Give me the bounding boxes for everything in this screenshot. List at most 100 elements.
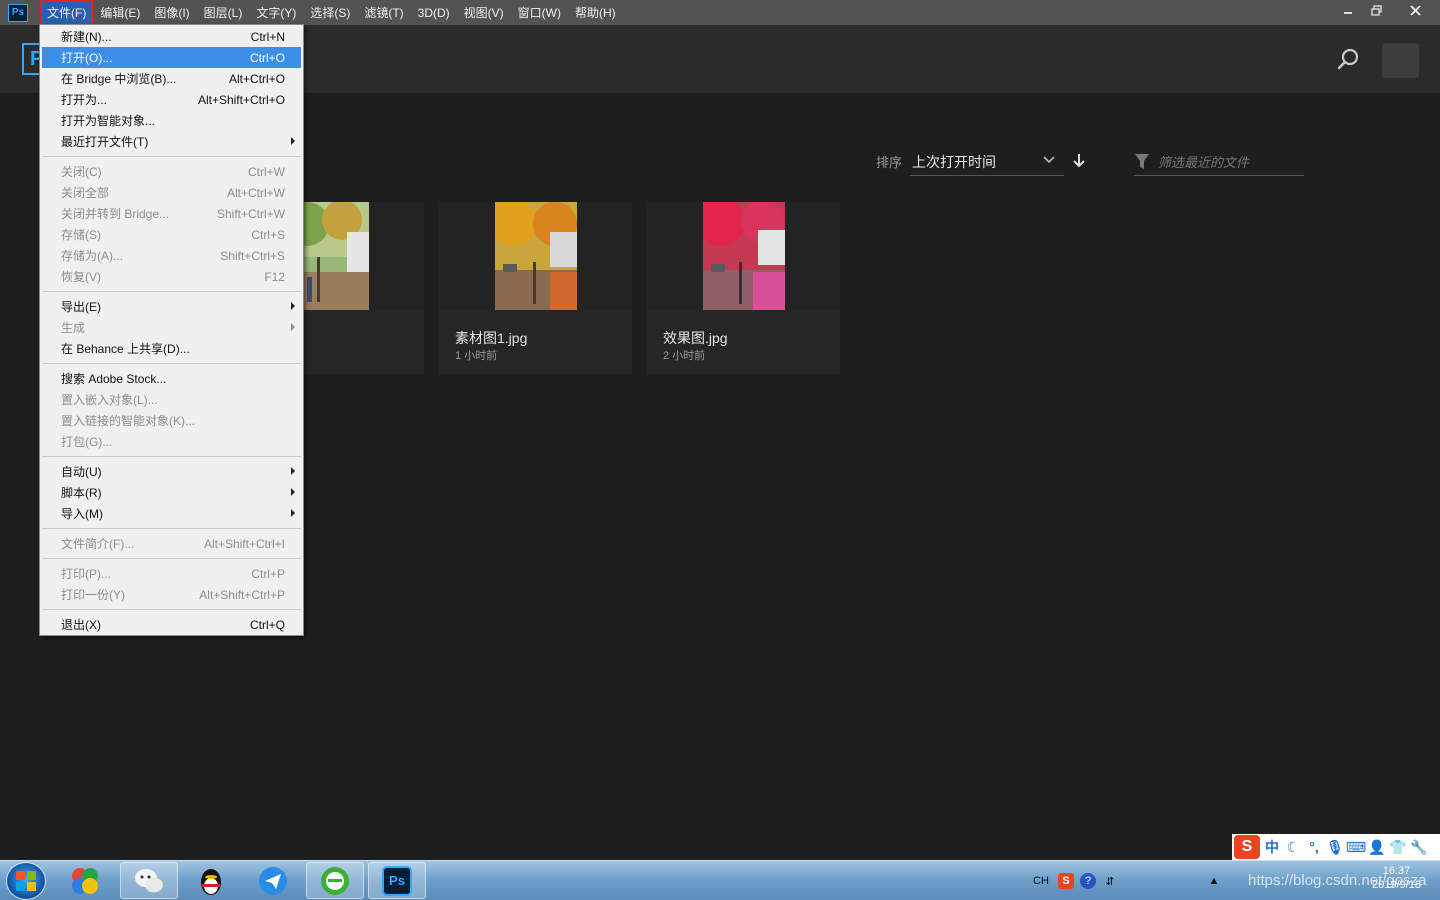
recent-file-card[interactable]: 效果图.jpg 2 小时前: [647, 202, 840, 374]
color-balls-icon: [72, 867, 98, 894]
menu-item-browse-bridge[interactable]: 在 Bridge 中浏览(B)... Alt+Ctrl+O: [40, 68, 303, 89]
menu-edit[interactable]: 编辑(E): [93, 0, 147, 25]
menu-item-revert[interactable]: 恢复(V) F12: [40, 266, 303, 287]
menu-window[interactable]: 窗口(W): [511, 0, 568, 25]
menu-item-label: 自动(U): [61, 465, 102, 479]
menu-item-place-embedded[interactable]: 置入嵌入对象(L)...: [40, 389, 303, 410]
menu-separator: [42, 291, 301, 292]
menu-item-label: 生成: [61, 321, 86, 335]
menu-3d[interactable]: 3D(D): [411, 0, 457, 25]
menu-item-share-behance[interactable]: 在 Behance 上共享(D)...: [40, 338, 303, 359]
sort-dropdown[interactable]: 上次打开时间: [910, 148, 1064, 176]
user-icon[interactable]: 👤: [1368, 838, 1386, 856]
menu-item-label: 文件简介(F)...: [61, 537, 135, 551]
menu-filter[interactable]: 滤镜(T): [357, 0, 410, 25]
sort-direction-arrow-icon[interactable]: [1072, 152, 1086, 168]
menu-item-export[interactable]: 导出(E): [40, 296, 303, 317]
funnel-icon: [1134, 153, 1150, 174]
user-avatar[interactable]: [1382, 43, 1419, 78]
submenu-arrow-icon: [291, 323, 295, 331]
menu-item-automate[interactable]: 自动(U): [40, 461, 303, 482]
close-button[interactable]: [1390, 0, 1440, 20]
start-button[interactable]: [6, 862, 46, 900]
taskbar-app-colorful[interactable]: [56, 862, 114, 899]
menu-item-shortcut: Ctrl+S: [251, 227, 285, 242]
tray-options-icon[interactable]: ⇵: [1102, 873, 1118, 889]
sogou-logo-icon[interactable]: S: [1234, 835, 1260, 859]
menu-item-open-smart-object[interactable]: 打开为智能对象...: [40, 110, 303, 131]
menu-image[interactable]: 图像(I): [147, 0, 196, 25]
filter-input[interactable]: 筛选最近的文件: [1134, 148, 1304, 176]
photoshop-icon: Ps: [382, 865, 412, 896]
menu-item-close-all[interactable]: 关闭全部 Alt+Ctrl+W: [40, 182, 303, 203]
taskbar-app-messenger[interactable]: [244, 862, 302, 899]
wrench-icon[interactable]: 🔧: [1410, 838, 1428, 856]
file-thumbnail: [703, 202, 785, 310]
menu-item-import[interactable]: 导入(M): [40, 503, 303, 524]
menu-item-search-stock[interactable]: 搜索 Adobe Stock...: [40, 368, 303, 389]
taskbar-app-browser[interactable]: [306, 862, 364, 899]
menu-item-label: 关闭全部: [61, 186, 110, 200]
minimize-button[interactable]: [1334, 0, 1362, 20]
menu-item-generate[interactable]: 生成: [40, 317, 303, 338]
search-icon[interactable]: [1336, 47, 1360, 71]
menu-item-close[interactable]: 关闭(C) Ctrl+W: [40, 161, 303, 182]
recent-file-card[interactable]: 素材图1.jpg 1 小时前: [439, 202, 632, 374]
taskbar-app-photoshop[interactable]: Ps: [368, 862, 426, 899]
photoshop-window: Ps 文件(F) 编辑(E) 图像(I) 图层(L) 文字(Y) 选择(S) 滤…: [0, 0, 1440, 900]
menu-bar: Ps 文件(F) 编辑(E) 图像(I) 图层(L) 文字(Y) 选择(S) 滤…: [0, 0, 1440, 25]
menu-item-label: 关闭并转到 Bridge...: [61, 207, 170, 221]
menu-item-shortcut: F12: [264, 269, 285, 284]
help-icon[interactable]: ?: [1080, 873, 1096, 889]
menu-item-new[interactable]: 新建(N)... Ctrl+N: [40, 26, 303, 47]
keyboard-icon[interactable]: ⌨: [1346, 838, 1366, 856]
menu-separator: [42, 456, 301, 457]
menu-select[interactable]: 选择(S): [303, 0, 357, 25]
menu-item-label: 存储(S): [61, 228, 101, 242]
menu-item-recent-files[interactable]: 最近打开文件(T): [40, 131, 303, 152]
menu-item-open-as[interactable]: 打开为... Alt+Shift+Ctrl+O: [40, 89, 303, 110]
menu-help[interactable]: 帮助(H): [568, 0, 623, 25]
menu-item-save[interactable]: 存储(S) Ctrl+S: [40, 224, 303, 245]
microphone-icon[interactable]: 🎙: [1326, 838, 1344, 856]
menu-item-label: 打开为...: [61, 93, 108, 107]
chinese-mode-icon[interactable]: 中: [1263, 838, 1281, 856]
menu-type[interactable]: 文字(Y): [249, 0, 303, 25]
filter-placeholder: 筛选最近的文件: [1158, 155, 1250, 170]
menu-item-file-info[interactable]: 文件简介(F)... Alt+Shift+Ctrl+I: [40, 533, 303, 554]
menu-item-print[interactable]: 打印(P)... Ctrl+P: [40, 563, 303, 584]
menu-item-package[interactable]: 打包(G)...: [40, 431, 303, 452]
sort-label: 排序: [876, 155, 903, 170]
menu-separator: [42, 363, 301, 364]
moon-icon[interactable]: ☾: [1284, 838, 1302, 856]
sogou-tray-icon[interactable]: S: [1058, 873, 1074, 889]
menu-layer[interactable]: 图层(L): [197, 0, 250, 25]
menu-separator: [42, 558, 301, 559]
menu-item-label: 存储为(A)...: [61, 249, 123, 263]
menu-view[interactable]: 视图(V): [457, 0, 511, 25]
menu-file[interactable]: 文件(F): [40, 0, 94, 25]
menu-item-place-linked[interactable]: 置入链接的智能对象(K)...: [40, 410, 303, 431]
shirt-icon[interactable]: 👕: [1389, 838, 1407, 856]
menu-item-save-as[interactable]: 存储为(A)... Shift+Ctrl+S: [40, 245, 303, 266]
window-controls: [1334, 0, 1440, 20]
menu-item-close-go-bridge[interactable]: 关闭并转到 Bridge... Shift+Ctrl+W: [40, 203, 303, 224]
menu-item-print-one[interactable]: 打印一份(Y) Alt+Shift+Ctrl+P: [40, 584, 303, 605]
taskbar-app-qq[interactable]: [182, 862, 240, 899]
punctuation-icon[interactable]: °,: [1305, 838, 1323, 856]
menu-item-scripts[interactable]: 脚本(R): [40, 482, 303, 503]
show-hidden-icons-icon[interactable]: ▲: [1206, 873, 1222, 889]
menu-separator: [42, 609, 301, 610]
menu-item-label: 退出(X): [61, 618, 101, 632]
submenu-arrow-icon: [291, 467, 295, 475]
ps-app-icon[interactable]: Ps: [8, 3, 28, 22]
taskbar-app-wechat[interactable]: [120, 862, 178, 899]
restore-button[interactable]: [1362, 0, 1390, 20]
menu-item-label: 关闭(C): [61, 165, 102, 179]
menu-item-shortcut: Ctrl+W: [248, 164, 285, 179]
menu-item-exit[interactable]: 退出(X) Ctrl+Q: [40, 614, 303, 635]
menu-item-label: 搜索 Adobe Stock...: [61, 372, 167, 386]
language-indicator[interactable]: CH: [1030, 873, 1052, 889]
menu-item-open[interactable]: 打开(O)... Ctrl+O: [42, 47, 301, 68]
file-menu-dropdown: 新建(N)... Ctrl+N 打开(O)... Ctrl+O 在 Bridge 中…: [39, 24, 304, 636]
